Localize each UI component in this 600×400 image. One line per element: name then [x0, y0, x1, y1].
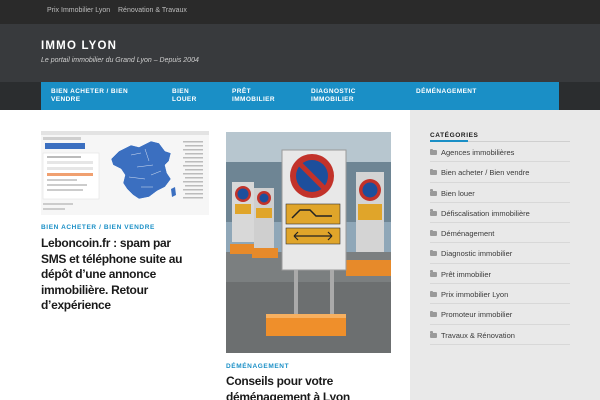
category-item[interactable]: Agences immobilières: [430, 142, 570, 163]
folder-icon: [430, 249, 437, 257]
category-item[interactable]: Prêt immobilier: [430, 264, 570, 285]
folder-icon: [430, 331, 437, 338]
category-item-label[interactable]: Agences immobilières: [441, 148, 514, 157]
nav-item-label: LOUER: [172, 95, 197, 103]
no-parking-signs-image: [226, 132, 391, 353]
post-title-line: SMS et téléphone suite au: [41, 251, 183, 266]
folder-icon: [430, 290, 437, 298]
nav-item-label: BIEN: [172, 88, 190, 95]
folder-icon: [430, 168, 437, 176]
post-title-line: déménagement à Lyon: [226, 389, 350, 400]
site-header: IMMO LYON Le portail immobilier du Grand…: [0, 24, 600, 82]
category-item-label[interactable]: Prix immobilier Lyon: [441, 290, 508, 299]
folder-icon: [430, 209, 437, 216]
nav-item-bien-louer[interactable]: BIEN LOUER: [172, 88, 197, 103]
category-item[interactable]: Bien acheter / Bien vendre: [430, 162, 570, 183]
category-item[interactable]: Défiscalisation immobilière: [430, 203, 570, 224]
category-item-label[interactable]: Diagnostic immobilier: [441, 249, 512, 258]
category-item-label[interactable]: Bien louer: [441, 189, 475, 198]
category-item-label[interactable]: Travaux & Rénovation: [441, 331, 515, 340]
site-tagline: Le portail immobilier du Grand Lyon – De…: [41, 57, 199, 64]
folder-icon: [430, 229, 437, 237]
nav-item-label: IMMOBILIER: [232, 95, 275, 103]
category-item-label[interactable]: Bien acheter / Bien vendre: [441, 168, 529, 177]
category-list: Agences immobilières Bien acheter / Bien…: [430, 142, 570, 345]
category-item-label[interactable]: Défiscalisation immobilière: [441, 209, 530, 218]
category-item-label[interactable]: Déménagement: [441, 229, 494, 238]
post-title-line: d’expérience: [41, 298, 111, 312]
folder-icon: [430, 189, 437, 196]
category-item[interactable]: Diagnostic immobilier: [430, 243, 570, 264]
folder-icon: [430, 270, 437, 277]
nav-item-label: BIEN ACHETER / BIEN: [51, 88, 129, 95]
category-item-label[interactable]: Promoteur immobilier: [441, 310, 512, 319]
post-title-line: Conseils pour votre: [226, 374, 333, 388]
category-item[interactable]: Déménagement: [430, 223, 570, 244]
nav-item-label: DÉMÉNAGEMENT: [416, 88, 477, 95]
nav-item-diagnostic[interactable]: DIAGNOSTIC IMMOBILIER: [311, 88, 356, 103]
post-category-label[interactable]: DÉMÉNAGEMENT: [226, 363, 289, 370]
topbar-link-prix-immobilier[interactable]: Prix Immobilier Lyon: [47, 7, 110, 14]
post-title-demenagement[interactable]: Conseils pour votre déménagement à Lyon: [226, 374, 396, 400]
folder-icon: [430, 148, 437, 155]
nav-item-pret-immobilier[interactable]: PRÊT IMMOBILIER: [232, 88, 275, 103]
nav-item-label: VENDRE: [51, 95, 81, 103]
post-thumbnail-demenagement[interactable]: [226, 132, 391, 353]
nav-item-bien-acheter[interactable]: BIEN ACHETER / BIEN VENDRE: [51, 88, 128, 103]
category-item[interactable]: Travaux & Rénovation: [430, 325, 570, 345]
sidebar: CATÉGORIES Agences immobilières Bien ach…: [410, 110, 600, 400]
sidebar-widget-title: CATÉGORIES: [430, 132, 479, 139]
top-bar: Prix Immobilier Lyon Rénovation & Travau…: [0, 0, 600, 24]
topbar-link-renovation[interactable]: Rénovation & Travaux: [118, 7, 187, 14]
main-content: BIEN ACHETER / BIEN VENDRE Leboncoin.fr …: [0, 110, 410, 400]
nav-item-label: PRÊT: [232, 88, 251, 95]
nav-item-demenagement[interactable]: DÉMÉNAGEMENT: [416, 88, 477, 96]
category-item[interactable]: Prix immobilier Lyon: [430, 284, 570, 305]
post-title-line: Leboncoin.fr : spam par: [41, 236, 171, 250]
category-item[interactable]: Promoteur immobilier: [430, 304, 570, 325]
post-thumbnail-leboncoin[interactable]: [41, 131, 209, 215]
folder-icon: [430, 310, 437, 318]
nav-item-label: IMMOBILIER: [311, 95, 354, 103]
category-item[interactable]: Bien louer: [430, 183, 570, 203]
post-title-line: dépôt d’une annonce: [41, 267, 156, 281]
nav-item-label: DIAGNOSTIC: [311, 88, 356, 95]
category-item-label[interactable]: Prêt immobilier: [441, 270, 491, 279]
main-navigation: BIEN ACHETER / BIEN VENDRE BIEN LOUER PR…: [41, 82, 559, 110]
site-title[interactable]: IMMO LYON: [41, 40, 117, 52]
post-title-line: immobilière. Retour: [41, 282, 148, 297]
post-title-leboncoin[interactable]: Leboncoin.fr : spam par SMS et téléphone…: [41, 236, 211, 314]
france-map-image: [41, 131, 209, 215]
post-category-label[interactable]: BIEN ACHETER / BIEN VENDRE: [41, 224, 155, 231]
